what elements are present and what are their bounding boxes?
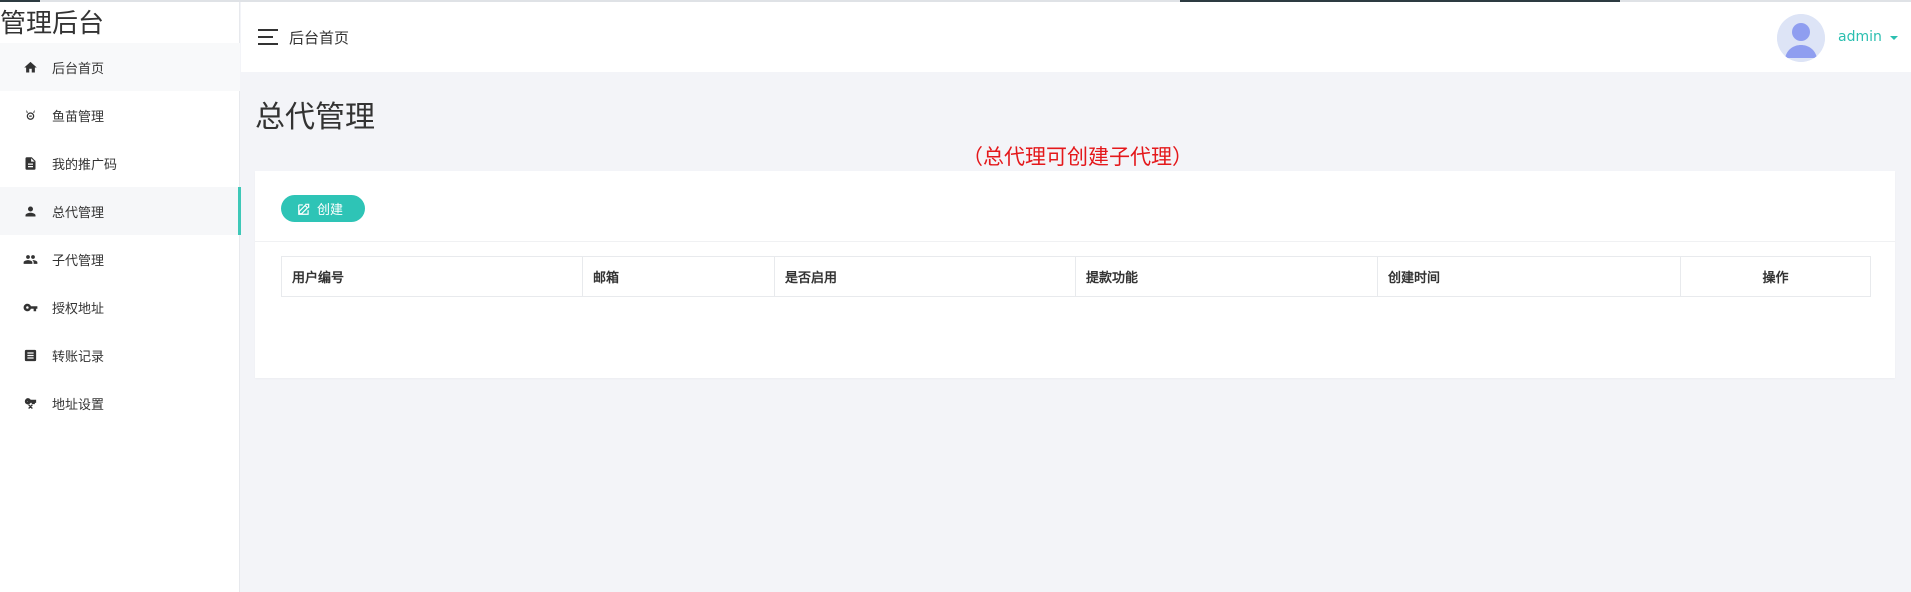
sidebar-item-fish[interactable]: 鱼苗管理 bbox=[0, 91, 240, 139]
user-menu[interactable]: admin bbox=[1838, 29, 1882, 45]
edit-icon bbox=[298, 203, 310, 215]
list-icon bbox=[22, 347, 38, 363]
top-strip bbox=[0, 0, 1911, 2]
column-user-id[interactable]: 用户编号 bbox=[281, 256, 583, 297]
column-enabled[interactable]: 是否启用 bbox=[774, 256, 1076, 297]
sidebar-item-address-settings[interactable]: 地址设置 bbox=[0, 379, 240, 427]
sidebar-item-label: 我的推广码 bbox=[52, 157, 118, 173]
home-icon bbox=[22, 59, 38, 75]
page-title: 总代管理 bbox=[255, 100, 375, 135]
sidebar-item-label: 鱼苗管理 bbox=[52, 109, 105, 125]
sidebar-item-label: 地址设置 bbox=[52, 397, 105, 413]
fish-icon bbox=[22, 107, 38, 123]
sidebar-item-label: 总代管理 bbox=[52, 205, 105, 221]
key-settings-icon bbox=[22, 395, 38, 411]
content-panel: 创建 用户编号 邮箱 是否启用 提款功能 创建时间 操作 bbox=[255, 171, 1895, 378]
user-icon bbox=[22, 203, 38, 219]
agent-table: 用户编号 邮箱 是否启用 提款功能 创建时间 操作 bbox=[281, 256, 1871, 297]
hint-text: （总代理可创建子代理） bbox=[962, 145, 1193, 169]
column-actions: 操作 bbox=[1680, 256, 1871, 297]
sidebar: 管理后台 后台首页 鱼苗管理 我的推广码 总代管理 子代管理 授权地址 转账记录… bbox=[0, 0, 241, 592]
sidebar-item-label: 后台首页 bbox=[52, 61, 105, 77]
create-button-label: 创建 bbox=[317, 203, 344, 218]
sidebar-item-general-agent[interactable]: 总代管理 bbox=[0, 187, 241, 235]
sidebar-item-promo-code[interactable]: 我的推广码 bbox=[0, 139, 240, 187]
caret-down-icon[interactable] bbox=[1890, 36, 1898, 40]
breadcrumb[interactable]: 后台首页 bbox=[289, 27, 349, 48]
avatar[interactable] bbox=[1777, 14, 1825, 62]
sidebar-item-sub-agent[interactable]: 子代管理 bbox=[0, 235, 240, 283]
sidebar-item-auth-address[interactable]: 授权地址 bbox=[0, 283, 240, 331]
sidebar-item-label: 授权地址 bbox=[52, 301, 105, 317]
brand-title: 管理后台 bbox=[0, 9, 105, 39]
sidebar-item-label: 子代管理 bbox=[52, 253, 105, 269]
sidebar-item-label: 转账记录 bbox=[52, 349, 105, 365]
top-header: 后台首页 admin bbox=[241, 2, 1911, 72]
sidebar-item-transfer-records[interactable]: 转账记录 bbox=[0, 331, 240, 379]
user-avatar-icon bbox=[1777, 14, 1825, 62]
document-icon bbox=[22, 155, 38, 171]
column-withdraw[interactable]: 提款功能 bbox=[1075, 256, 1378, 297]
column-email[interactable]: 邮箱 bbox=[582, 256, 775, 297]
table-header-row: 用户编号 邮箱 是否启用 提款功能 创建时间 操作 bbox=[281, 256, 1871, 297]
create-button[interactable]: 创建 bbox=[281, 195, 365, 222]
column-created-at[interactable]: 创建时间 bbox=[1377, 256, 1681, 297]
sidebar-item-home[interactable]: 后台首页 bbox=[0, 43, 240, 91]
menu-toggle-icon[interactable] bbox=[258, 29, 278, 45]
sidebar-menu: 后台首页 鱼苗管理 我的推广码 总代管理 子代管理 授权地址 转账记录 地址设置 bbox=[0, 43, 241, 427]
users-icon bbox=[22, 251, 38, 267]
key-icon bbox=[22, 299, 38, 315]
